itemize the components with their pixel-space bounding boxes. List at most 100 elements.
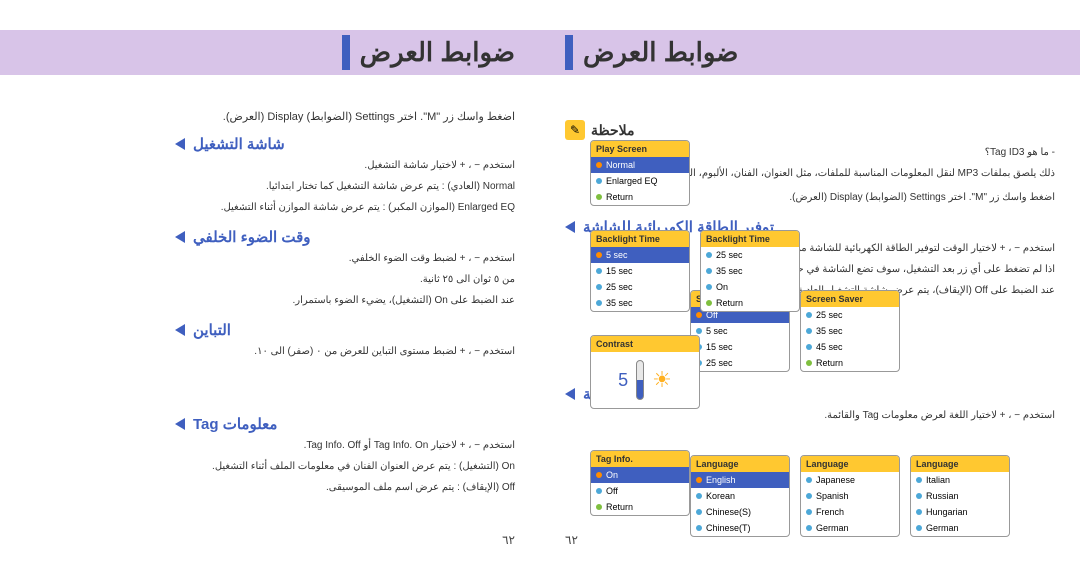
body-text: عند الضبط على On (التشغيل)، يضيء الضوء ب… <box>175 293 515 309</box>
section-head: التباين <box>175 321 515 339</box>
item-label: Hungarian <box>926 507 968 517</box>
bullet-icon <box>806 344 812 350</box>
bullet-icon <box>806 525 812 531</box>
bullet-icon <box>706 284 712 290</box>
body-text: استخدم − ، + لضبط وقت الضوء الخلفي. <box>175 251 515 267</box>
bullet-icon <box>696 328 702 334</box>
item-label: On <box>716 282 728 292</box>
item-label: Return <box>606 192 633 202</box>
menu-item[interactable]: 5 sec <box>591 247 689 263</box>
menu-item[interactable]: On <box>591 467 689 483</box>
menu-item[interactable]: 35 sec <box>591 295 689 311</box>
menu-item[interactable]: German <box>911 520 1009 536</box>
menu-item[interactable]: Japanese <box>801 472 899 488</box>
bullet-icon <box>806 509 812 515</box>
menu-item[interactable]: 25 sec <box>801 307 899 323</box>
item-label: 15 sec <box>706 342 733 352</box>
section-title: شاشة التشغيل <box>193 135 285 153</box>
body-text: On (التشغيل) : يتم عرض العنوان الفنان في… <box>175 459 515 475</box>
menu-item[interactable]: Russian <box>911 488 1009 504</box>
bullet-icon <box>916 509 922 515</box>
menu-item[interactable]: 35 sec <box>801 323 899 339</box>
bullet-icon <box>696 509 702 515</box>
panel-header: Play Screen <box>591 141 689 157</box>
menu-item[interactable]: On <box>701 279 799 295</box>
bullet-icon <box>596 162 602 168</box>
title-accent-bar <box>565 35 573 70</box>
item-label: Russian <box>926 491 959 501</box>
body-text: من ٥ ثوان الى ٢٥ ثانية. <box>175 272 515 288</box>
intro-text: اضغط واسك زر "M". اختر Settings (الضوابط… <box>175 110 515 123</box>
menu-item[interactable]: Return <box>801 355 899 371</box>
menu-item[interactable]: Italian <box>911 472 1009 488</box>
section-backlight: وقت الضوء الخلفي استخدم − ، + لضبط وقت ا… <box>175 228 515 309</box>
item-label: Korean <box>706 491 735 501</box>
panel-header: Language <box>691 456 789 472</box>
page-number: ٦٢ <box>565 533 578 547</box>
menu-item[interactable]: Enlarged EQ <box>591 173 689 189</box>
bullet-icon <box>806 477 812 483</box>
item-label: Japanese <box>816 475 855 485</box>
body-text: Normal (العادي) : يتم عرض شاشة التشغيل ك… <box>175 179 515 195</box>
menu-item[interactable]: Hungarian <box>911 504 1009 520</box>
body-text: استخدم − ، + لاختيار اللغة لعرض معلومات … <box>565 408 1055 424</box>
manual-spread: ضوابط العرض ملاحظة ✎ - ما هو Tag ID3؟ ذل… <box>0 0 1080 587</box>
bullet-icon <box>696 312 702 318</box>
body-text: استخدم − ، + لاختيار Tag Info. On أو Tag… <box>175 438 515 454</box>
item-label: Off <box>606 486 618 496</box>
menu-item[interactable]: 25 sec <box>591 279 689 295</box>
menu-item[interactable]: 15 sec <box>591 263 689 279</box>
item-label: 25 sec <box>606 282 633 292</box>
contrast-gauge[interactable] <box>636 360 644 400</box>
item-label: Spanish <box>816 491 849 501</box>
item-label: 35 sec <box>716 266 743 276</box>
bullet-icon <box>696 477 702 483</box>
page-right: ضوابط العرض اضغط واسك زر "M". اختر Setti… <box>0 0 540 587</box>
arrow-icon <box>175 418 185 430</box>
panel-header: Backlight Time <box>591 231 689 247</box>
section-contrast: التباين استخدم − ، + لضبط مستوى التباين … <box>175 321 515 360</box>
menu-item[interactable]: Chinese(T) <box>691 520 789 536</box>
menu-item[interactable]: 15 sec <box>691 339 789 355</box>
bullet-icon <box>596 284 602 290</box>
sun-icon: ☀ <box>652 367 672 393</box>
menu-item[interactable]: 25 sec <box>701 247 799 263</box>
section-title: التباين <box>193 321 231 339</box>
menu-item[interactable]: Chinese(S) <box>691 504 789 520</box>
item-label: German <box>926 523 959 533</box>
menu-item[interactable]: Off <box>591 483 689 499</box>
menu-item[interactable]: 5 sec <box>691 323 789 339</box>
menu-item[interactable]: 45 sec <box>801 339 899 355</box>
ui-panel-backlight: Backlight Time 25 sec 35 sec On Return <box>700 230 800 312</box>
item-label: Normal <box>606 160 635 170</box>
menu-item[interactable]: German <box>801 520 899 536</box>
item-label: Chinese(T) <box>706 523 751 533</box>
note-header: ملاحظة ✎ <box>565 120 1055 140</box>
ui-panel-tag-info: Tag Info. On Off Return <box>590 450 690 516</box>
menu-item[interactable]: French <box>801 504 899 520</box>
section-tag-info: معلومات Tag استخدم − ، + لاختيار Tag Inf… <box>175 415 515 496</box>
menu-item[interactable]: Return <box>701 295 799 311</box>
menu-item[interactable]: English <box>691 472 789 488</box>
menu-item[interactable]: 35 sec <box>701 263 799 279</box>
item-label: German <box>816 523 849 533</box>
bullet-icon <box>806 493 812 499</box>
menu-item[interactable]: Korean <box>691 488 789 504</box>
menu-item[interactable]: Normal <box>591 157 689 173</box>
page-number: ٦٢ <box>502 533 515 547</box>
section-title: معلومات Tag <box>193 415 277 433</box>
title-accent-bar <box>342 35 350 70</box>
return-icon <box>706 300 712 306</box>
item-label: English <box>706 475 736 485</box>
menu-item[interactable]: Return <box>591 499 689 515</box>
bullet-icon <box>596 252 602 258</box>
page-title: ضوابط العرض <box>583 37 738 68</box>
item-label: Enlarged EQ <box>606 176 658 186</box>
ui-panel-contrast: Contrast 5 ☀ <box>590 335 700 409</box>
item-label: 5 sec <box>606 250 628 260</box>
item-label: 35 sec <box>606 298 633 308</box>
right-content: اضغط واسك زر "M". اختر Settings (الضوابط… <box>175 110 515 496</box>
menu-item[interactable]: Spanish <box>801 488 899 504</box>
menu-item[interactable]: 25 sec <box>691 355 789 371</box>
menu-item[interactable]: Return <box>591 189 689 205</box>
